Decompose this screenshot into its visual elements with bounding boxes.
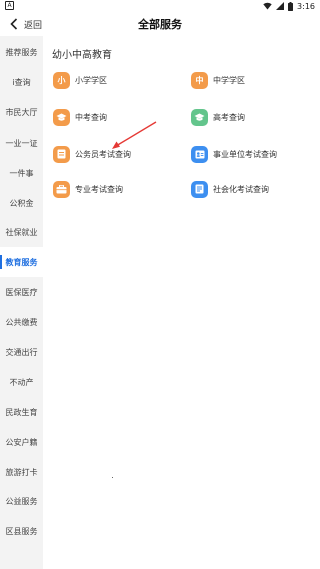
service-middle-school-district[interactable]: 中 中学学区 <box>191 70 245 90</box>
notification-icon: A <box>5 1 14 10</box>
sidebar-item-household-registration[interactable]: 公安户籍 <box>0 427 43 457</box>
section-title: 幼小中高教育 <box>52 50 112 61</box>
sidebar-item-one-industry-one-license[interactable]: 一业一证 <box>0 128 43 158</box>
sidebar-item-tourism[interactable]: 旅游打卡 <box>0 457 43 487</box>
sidebar-item-transport[interactable]: 交通出行 <box>0 337 43 367</box>
sidebar-item-education[interactable]: 教育服务 <box>0 247 43 277</box>
service-panel: 幼小中高教育 小 小学学区 中 中学学区 中考查询 高考查询 公务员考试查询 事… <box>43 36 320 569</box>
service-professional-exam-query[interactable]: 专业考试查询 <box>53 179 123 199</box>
service-label: 中考查询 <box>75 112 107 122</box>
document-icon <box>53 145 70 163</box>
graduation-cap-icon <box>53 108 70 126</box>
service-label: 事业单位考试查询 <box>213 149 277 159</box>
exam-sheet-icon <box>191 180 208 198</box>
sidebar-item-public-payment[interactable]: 公共缴费 <box>0 307 43 337</box>
sidebar-item-civil-affairs[interactable]: 民政生育 <box>0 397 43 427</box>
clock-time: 3:16 <box>297 1 315 11</box>
sidebar-item-citizen-hall[interactable]: 市民大厅 <box>0 97 43 127</box>
sidebar-item-public-welfare[interactable]: 公益服务 <box>0 486 43 516</box>
sidebar-item-district-services[interactable]: 区县服务 <box>0 516 43 546</box>
category-sidebar: 推荐服务 i查询 市民大厅 一业一证 一件事 公积金 社保就业 教育服务 医保医… <box>0 36 43 569</box>
service-label: 专业考试查询 <box>75 184 123 194</box>
sidebar-item-medical-insurance[interactable]: 医保医疗 <box>0 277 43 307</box>
middle-school-icon: 中 <box>191 71 208 89</box>
battery-icon <box>288 1 294 11</box>
id-card-icon <box>191 145 208 163</box>
briefcase-icon <box>53 180 70 198</box>
wifi-icon <box>263 2 272 10</box>
page-title: 全部服务 <box>138 18 182 31</box>
service-public-institution-exam-query[interactable]: 事业单位考试查询 <box>191 144 277 164</box>
signal-icon <box>276 2 285 10</box>
sidebar-item-social-security[interactable]: 社保就业 <box>0 217 43 247</box>
annotation-arrow-icon <box>112 121 157 149</box>
service-gaokao-query[interactable]: 高考查询 <box>191 107 245 127</box>
primary-school-icon: 小 <box>53 71 70 89</box>
service-label: 高考查询 <box>213 112 245 122</box>
service-zhongkao-query[interactable]: 中考查询 <box>53 107 107 127</box>
service-primary-school-district[interactable]: 小 小学学区 <box>53 70 107 90</box>
sidebar-item-housing-fund[interactable]: 公积金 <box>0 188 43 218</box>
service-label: 小学学区 <box>75 75 107 85</box>
sidebar-item-i-query[interactable]: i查询 <box>0 67 43 97</box>
status-bar: A 3:16 <box>0 0 320 12</box>
service-label: 社会化考试查询 <box>213 184 269 194</box>
graduation-cap-icon <box>191 108 208 126</box>
app-header: 返回 全部服务 <box>0 12 320 36</box>
sidebar-item-real-estate[interactable]: 不动产 <box>0 367 43 397</box>
sidebar-item-recommended[interactable]: 推荐服务 <box>0 37 43 67</box>
service-social-exam-query[interactable]: 社会化考试查询 <box>191 179 269 199</box>
stray-dot <box>112 477 113 478</box>
service-label: 中学学区 <box>213 75 245 85</box>
sidebar-item-one-thing[interactable]: 一件事 <box>0 158 43 188</box>
